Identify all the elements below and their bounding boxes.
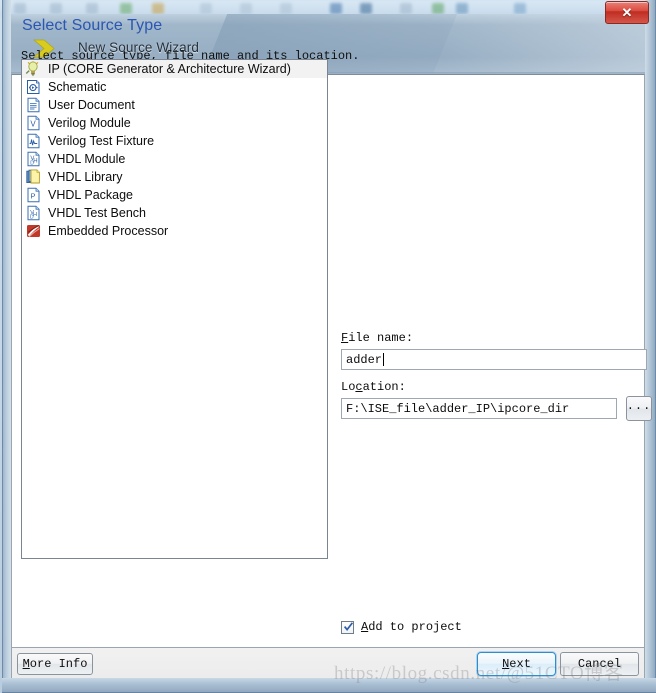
list-item-label: IP (CORE Generator & Architecture Wizard… [48,62,291,76]
window-frame-left [2,0,11,690]
toolbar-icon [152,3,164,14]
verilog-test-fixture-icon [25,133,42,149]
embedded-processor-icon [25,223,42,239]
svg-text:H: H [33,158,37,164]
toolbar-icon [360,3,372,14]
vhdl-module-icon: V H D [25,151,42,167]
list-item[interactable]: Schematic [22,78,327,96]
list-item-label: VHDL Package [48,188,133,202]
cancel-button[interactable]: Cancel [560,652,639,676]
list-item-label: Schematic [48,80,107,94]
file-name-label: File name: [341,331,413,345]
checkmark-icon [344,621,353,631]
list-item[interactable]: Embedded Processor [22,222,327,240]
svg-text:D: D [30,161,34,167]
add-to-project-label: Add to project [361,620,462,634]
next-button[interactable]: Next [477,652,556,676]
list-item-label: Embedded Processor [48,224,169,238]
close-button[interactable]: ✕ [605,1,649,24]
toolbar-icon [456,3,468,14]
list-item-label: Verilog Module [48,116,131,130]
cancel-label: Cancel [577,657,622,671]
toolbar-icon [330,3,342,14]
svg-text:D: D [30,215,34,221]
svg-text:V: V [30,120,36,129]
toolbar-icon [14,3,26,14]
toolbar-icon [240,3,252,14]
toolbar-icon [120,3,132,14]
file-name-input[interactable]: adder [341,349,647,370]
vhdl-library-icon [25,169,42,185]
browse-button[interactable]: ... [626,396,652,421]
toolbar-icon [50,3,62,14]
close-icon: ✕ [621,5,633,20]
more-info-rest: ore Info [29,657,88,671]
window-frame-bottom [2,678,656,693]
add-to-project-checkbox[interactable] [341,620,354,634]
toolbar-icon [432,3,444,14]
list-item[interactable]: IP (CORE Generator & Architecture Wizard… [22,60,327,78]
toolbar-icon [86,3,98,14]
window-frame-right [645,0,656,690]
toolbar-icon [514,3,526,14]
vhdl-test-bench-icon: V H D [25,205,42,221]
list-item[interactable]: Verilog Test Fixture [22,132,327,150]
page-title: Select Source Type [22,17,163,34]
location-value: F:\ISE_file\adder_IP\ipcore_dir [346,401,570,416]
more-info-accel: M [22,657,30,671]
location-input[interactable]: F:\ISE_file\adder_IP\ipcore_dir [341,398,617,419]
list-item[interactable]: User Document [22,96,327,114]
location-label: Location: [341,380,406,394]
location-label-accel: c [355,380,363,394]
list-item[interactable]: V H D VHDL Test Bench [22,204,327,222]
list-item-label: VHDL Library [48,170,123,184]
list-item-label: VHDL Module [48,152,126,166]
add-to-project-checkbox-row[interactable]: Add to project [341,620,462,634]
list-item-label: Verilog Test Fixture [48,134,155,148]
user-document-icon [25,97,42,113]
more-info-button[interactable]: More Info [17,653,93,675]
text-caret [383,353,385,366]
list-item[interactable]: V H D VHDL Module [22,150,327,168]
list-item[interactable]: V Verilog Module [22,114,327,132]
toolbar-icon [200,3,212,14]
vhdl-package-icon: P [25,187,42,203]
source-type-listbox[interactable]: IP (CORE Generator & Architecture Wizard… [21,59,328,559]
ip-core-bulb-icon [25,61,42,77]
svg-text:P: P [30,192,35,201]
toolbar-icon [280,3,292,14]
toolbar-icon [400,3,412,14]
add-to-project-rest: dd to project [368,620,462,634]
schematic-icon [25,79,42,95]
location-label-pre: Lo [341,380,356,394]
next-rest: ext [509,657,531,671]
list-item-label: VHDL Test Bench [48,206,146,220]
next-accel: N [502,657,510,671]
list-item[interactable]: P VHDL Package [22,186,327,204]
file-name-value: adder [346,352,383,367]
list-item[interactable]: VHDL Library [22,168,327,186]
file-name-label-rest: ile name: [348,331,414,345]
location-label-rest: ation: [362,380,406,394]
list-item-label: User Document [48,98,135,112]
verilog-module-icon: V [25,115,42,131]
